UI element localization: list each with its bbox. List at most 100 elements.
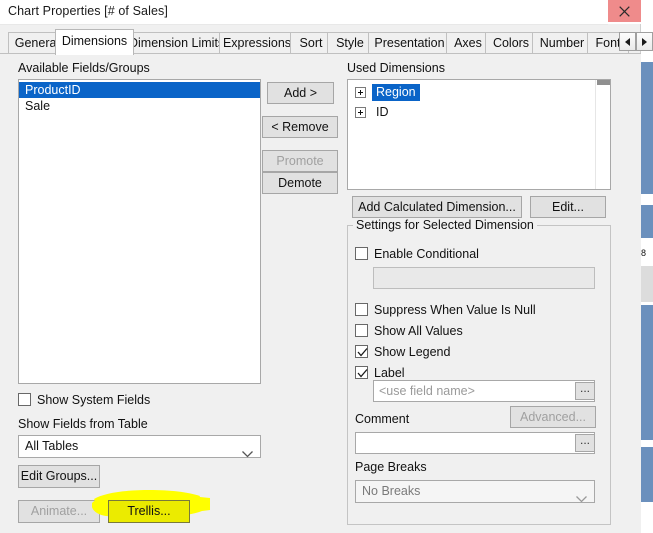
edit-groups-label: Edit Groups... (20, 469, 98, 483)
show-all-values-label: Show All Values (374, 324, 463, 338)
tab-scroll-next-button[interactable] (636, 32, 653, 51)
ellipsis-label: ... (579, 433, 590, 447)
table-select[interactable]: All Tables (18, 435, 261, 458)
list-item[interactable]: ProductID (19, 82, 260, 98)
plus-box-icon[interactable] (355, 87, 366, 98)
tab-label: General (14, 36, 60, 50)
scrollbar-thumb[interactable] (597, 80, 610, 85)
promote-button-label: Promote (276, 154, 324, 168)
checkbox-box (18, 393, 31, 406)
comment-label: Comment (355, 412, 410, 426)
tab-label: Colors (492, 36, 530, 50)
checkbox-box (355, 247, 368, 260)
tab-scroll-prev-button[interactable] (619, 32, 636, 51)
show-legend-label: Show Legend (374, 345, 451, 359)
page-breaks-label: Page Breaks (355, 460, 427, 474)
tab-label: Axes (454, 36, 482, 50)
checkbox-box (355, 303, 368, 316)
add-calculated-dimension-label: Add Calculated Dimension... (358, 200, 516, 214)
checkbox-box (355, 366, 368, 379)
tab-label: Expressions (222, 36, 292, 50)
active-tab-connector (56, 53, 133, 55)
ellipsis-label: ... (579, 381, 590, 395)
close-icon (608, 6, 641, 17)
tab-dimension-limits[interactable]: Dimension Limits (128, 32, 224, 54)
label-checkbox-label: Label (374, 366, 405, 380)
edit-dimension-button[interactable]: Edit... (530, 196, 606, 218)
comment-input[interactable] (355, 432, 595, 454)
background-window-strip (640, 447, 653, 502)
tab-scroll-buttons (619, 32, 653, 51)
page-breaks-select[interactable]: No Breaks (355, 480, 595, 503)
add-calculated-dimension-button[interactable]: Add Calculated Dimension... (352, 196, 522, 218)
edit-groups-button[interactable]: Edit Groups... (18, 465, 100, 488)
tab-label: Number (539, 36, 585, 50)
used-dimensions-listbox[interactable]: Region ID (347, 79, 611, 190)
field-name: Sale (25, 99, 51, 113)
enable-conditional-label: Enable Conditional (374, 247, 479, 261)
available-fields-listbox[interactable]: ProductID Sale (18, 79, 261, 384)
tab-number[interactable]: Number (532, 32, 592, 54)
tab-axes[interactable]: Axes (446, 32, 490, 54)
checkmark-icon (356, 347, 368, 358)
conditional-expression-input (373, 267, 595, 289)
chevron-down-icon (242, 444, 253, 465)
add-button-label: Add > (283, 86, 317, 100)
checkbox-box (355, 345, 368, 358)
tab-style[interactable]: Style (327, 32, 373, 54)
background-window-strip (640, 305, 653, 440)
background-window-strip (640, 62, 653, 194)
tab-label: Presentation (374, 36, 445, 50)
dimensions-panel: Available Fields/Groups ProductID Sale A… (0, 54, 641, 533)
chart-properties-dialog: Chart Properties [# of Sales] General Di… (0, 0, 653, 533)
comment-browse-button[interactable]: ... (575, 434, 595, 452)
remove-button[interactable]: < Remove (262, 116, 338, 138)
suppress-when-null-label: Suppress When Value Is Null (374, 303, 536, 317)
edit-dimension-label: Edit... (552, 200, 584, 214)
chevron-down-icon (576, 489, 587, 510)
checkbox-box (355, 324, 368, 337)
label-field-browse-button[interactable]: ... (575, 382, 595, 400)
advanced-button: Advanced... (510, 406, 596, 428)
window-title: Chart Properties [# of Sales] (8, 4, 168, 18)
promote-button: Promote (262, 150, 338, 172)
used-dimension-name: ID (376, 105, 389, 119)
page-breaks-value: No Breaks (362, 484, 421, 498)
remove-button-label: < Remove (271, 120, 329, 134)
trellis-button-face[interactable]: Trellis... (108, 500, 190, 523)
close-button[interactable] (608, 0, 641, 22)
tab-label: Dimensions (61, 34, 128, 48)
title-divider (0, 24, 608, 25)
add-button[interactable]: Add > (267, 82, 334, 104)
tab-colors[interactable]: Colors (485, 32, 537, 54)
settings-group-label: Settings for Selected Dimension (353, 218, 537, 232)
tab-presentation[interactable]: Presentation (368, 32, 451, 54)
triangle-right-icon (637, 38, 652, 46)
advanced-button-label: Advanced... (519, 410, 586, 424)
available-fields-label: Available Fields/Groups (18, 61, 150, 75)
show-fields-from-table-label: Show Fields from Table (18, 417, 148, 431)
tab-label: Sort (299, 36, 323, 50)
animate-button-label: Animate... (30, 504, 88, 518)
tab-label: Style (336, 36, 364, 50)
triangle-left-icon (620, 38, 635, 46)
tab-label: Font (595, 36, 621, 50)
checkmark-icon (356, 368, 368, 379)
field-name: ProductID (25, 83, 81, 97)
tab-dimensions[interactable]: Dimensions (55, 29, 134, 55)
tab-label: Dimension Limits (129, 36, 225, 50)
list-item[interactable]: Sale (19, 98, 260, 114)
background-window-strip (640, 205, 653, 238)
used-dimensions-label: Used Dimensions (347, 61, 445, 75)
tab-expressions[interactable]: Expressions (219, 32, 295, 54)
animate-button: Animate... (18, 500, 100, 523)
background-window-number: 8 (641, 248, 647, 258)
demote-button[interactable]: Demote (262, 172, 338, 194)
demote-button-label: Demote (278, 176, 322, 190)
used-dimensions-scrollbar[interactable] (595, 80, 610, 189)
tab-strip: General Dimensions Dimension Limits Expr… (0, 28, 653, 55)
label-field-input[interactable]: <use field name> (373, 380, 595, 402)
trellis-button-label: Trellis... (127, 504, 171, 518)
plus-box-icon[interactable] (355, 107, 366, 118)
tab-sort[interactable]: Sort (290, 32, 332, 54)
